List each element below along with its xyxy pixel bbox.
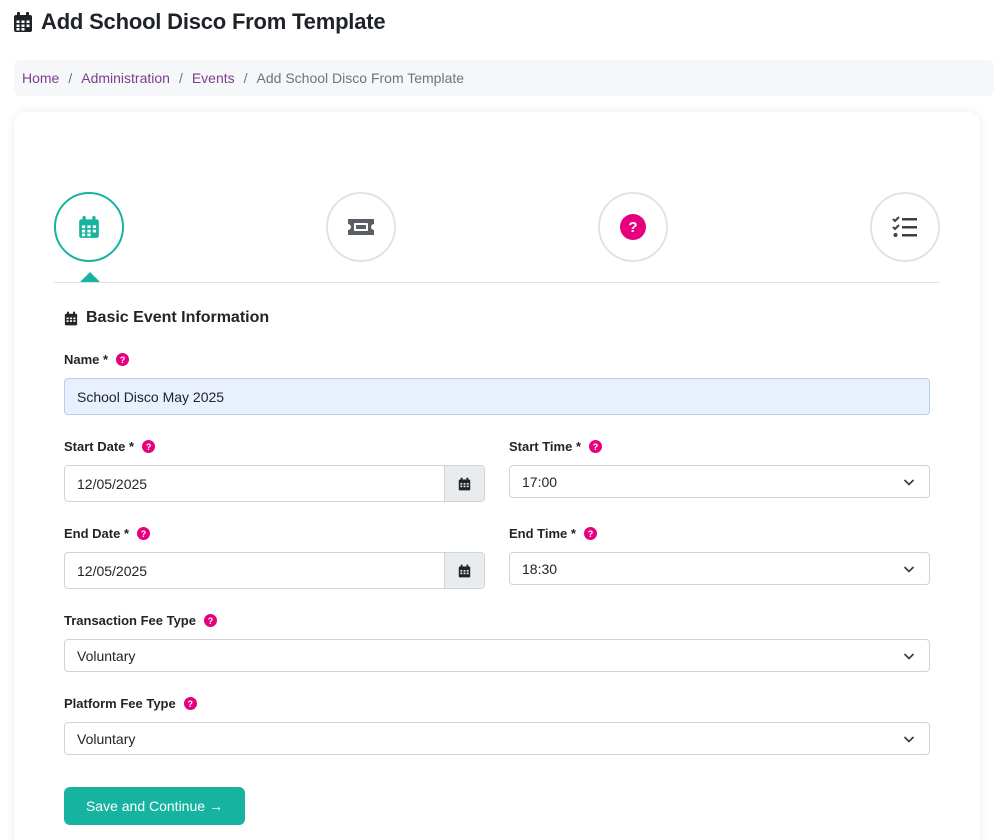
question-icon: ? bbox=[620, 214, 646, 240]
calendar-icon bbox=[79, 216, 99, 238]
start-date-label: Start Date * ? bbox=[64, 439, 156, 454]
end-time-select[interactable]: 18:30 bbox=[509, 552, 930, 585]
help-icon[interactable]: ? bbox=[583, 527, 597, 540]
wizard-step-review[interactable] bbox=[870, 192, 940, 262]
transaction-fee-type-label-text: Transaction Fee Type bbox=[64, 613, 196, 628]
chevron-down-icon bbox=[903, 479, 915, 486]
calendar-icon bbox=[458, 477, 471, 490]
wizard-step-tickets[interactable] bbox=[326, 192, 396, 262]
name-label-text: Name * bbox=[64, 352, 109, 367]
wizard-divider bbox=[54, 282, 940, 283]
start-time-select[interactable]: 17:00 bbox=[509, 465, 930, 498]
active-step-indicator bbox=[80, 272, 100, 282]
end-time-label: End Time * ? bbox=[509, 526, 597, 541]
end-date-picker-button[interactable] bbox=[444, 553, 484, 588]
breadcrumb-events[interactable]: Events bbox=[192, 70, 235, 86]
breadcrumb-administration[interactable]: Administration bbox=[81, 70, 170, 86]
start-time-label-text: Start Time * bbox=[509, 439, 582, 454]
start-date-picker-button[interactable] bbox=[444, 466, 484, 501]
checklist-icon bbox=[892, 216, 917, 237]
chevron-down-icon bbox=[903, 566, 915, 573]
wizard-step-basic-info[interactable] bbox=[54, 192, 124, 262]
help-icon[interactable]: ? bbox=[137, 527, 151, 540]
chevron-down-icon bbox=[903, 653, 915, 660]
end-date-label: End Date * ? bbox=[64, 526, 151, 541]
name-input-value: School Disco May 2025 bbox=[77, 388, 225, 405]
transaction-fee-type-value: Voluntary bbox=[77, 647, 136, 664]
platform-fee-type-value: Voluntary bbox=[77, 730, 136, 747]
ticket-icon bbox=[348, 219, 374, 235]
breadcrumb-separator: / bbox=[178, 70, 183, 86]
end-time-value: 18:30 bbox=[522, 560, 558, 577]
chevron-down-icon bbox=[903, 736, 915, 743]
breadcrumb-separator: / bbox=[68, 70, 73, 86]
help-icon[interactable]: ? bbox=[589, 440, 603, 453]
platform-fee-type-label-text: Platform Fee Type bbox=[64, 696, 176, 711]
calendar-icon bbox=[458, 564, 471, 577]
help-icon[interactable]: ? bbox=[203, 614, 217, 627]
end-date-value: 12/05/2025 bbox=[77, 562, 148, 579]
start-date-input[interactable]: 12/05/2025 bbox=[64, 465, 485, 502]
name-label: Name * ? bbox=[64, 352, 130, 367]
section-title-text: Basic Event Information bbox=[86, 309, 270, 326]
help-icon[interactable]: ? bbox=[183, 697, 197, 710]
transaction-fee-type-select[interactable]: Voluntary bbox=[64, 639, 930, 672]
end-date-input[interactable]: 12/05/2025 bbox=[64, 552, 485, 589]
save-and-continue-label: Save and Continue bbox=[85, 798, 206, 814]
arrow-right-icon: → bbox=[209, 798, 224, 814]
help-icon[interactable]: ? bbox=[116, 353, 130, 366]
platform-fee-type-label: Platform Fee Type ? bbox=[64, 696, 197, 711]
wizard-step-questions[interactable]: ? bbox=[598, 192, 668, 262]
breadcrumb: Home / Administration / Events / Add Sch… bbox=[14, 60, 994, 96]
calendar-icon bbox=[64, 311, 78, 325]
help-icon[interactable]: ? bbox=[142, 440, 156, 453]
start-date-label-text: Start Date * bbox=[64, 439, 135, 454]
start-time-value: 17:00 bbox=[522, 473, 558, 490]
end-date-label-text: End Date * bbox=[64, 526, 130, 541]
page-title-text: Add School Disco From Template bbox=[41, 9, 386, 34]
end-time-label-text: End Time * bbox=[509, 526, 576, 541]
calendar-icon bbox=[14, 12, 32, 32]
breadcrumb-separator: / bbox=[243, 70, 248, 86]
start-date-value: 12/05/2025 bbox=[77, 475, 148, 492]
save-and-continue-button[interactable]: Save and Continue → bbox=[64, 787, 245, 825]
breadcrumb-current: Add School Disco From Template bbox=[256, 70, 465, 86]
breadcrumb-home[interactable]: Home bbox=[22, 70, 59, 86]
page-title: Add School Disco From Template bbox=[13, 9, 386, 35]
section-title: Basic Event Information bbox=[64, 309, 269, 327]
transaction-fee-type-label: Transaction Fee Type ? bbox=[64, 613, 217, 628]
name-input[interactable]: School Disco May 2025 bbox=[64, 378, 930, 415]
start-time-label: Start Time * ? bbox=[509, 439, 603, 454]
platform-fee-type-select[interactable]: Voluntary bbox=[64, 722, 930, 755]
event-form-card: ? Basic Event Information Name * ? Schoo… bbox=[14, 112, 980, 840]
